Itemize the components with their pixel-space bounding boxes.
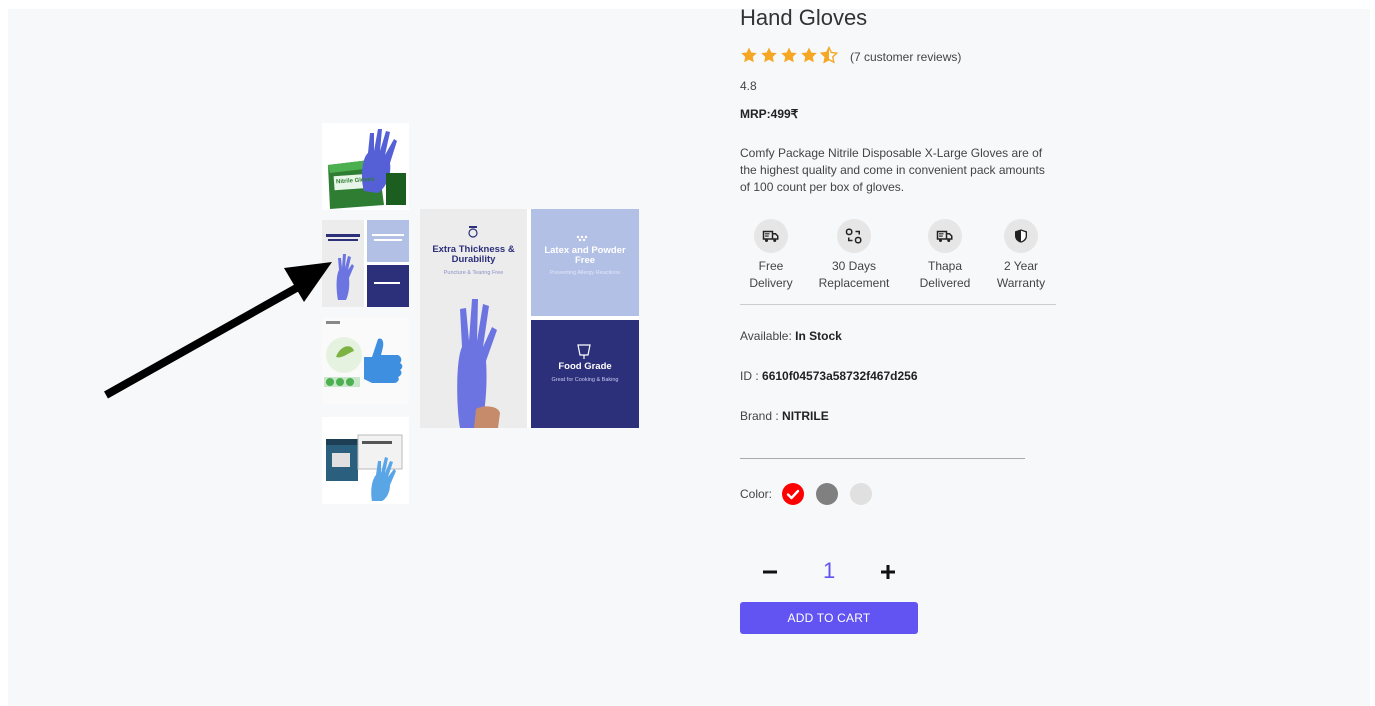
- panel2-title: Latex and Powder Free: [544, 245, 626, 266]
- feature-free-delivery: Free Delivery: [746, 219, 796, 292]
- feature-line2: Delivery: [749, 276, 793, 290]
- product-price: MRP:499₹: [740, 107, 799, 121]
- panel3-title: Food Grade: [558, 361, 612, 372]
- check-icon: [786, 489, 800, 500]
- feature-line2: Delivered: [919, 276, 971, 290]
- minus-icon: [763, 570, 777, 574]
- truck-icon: [754, 219, 788, 253]
- product-brand: Brand : NITRILE: [740, 409, 829, 423]
- star-full-icon: [781, 47, 797, 63]
- replacement-icon: [837, 219, 871, 253]
- panel1-subtitle: Puncture & Tearing Free: [443, 270, 504, 276]
- panel2-subtitle: Preventing Allergy Reactions: [549, 270, 621, 276]
- brand-label: Brand :: [740, 409, 779, 423]
- panel1-title: Extra Thickness & Durability: [432, 244, 515, 265]
- feature-line1: 30 Days: [831, 259, 877, 273]
- thumbnail-4-box-and-gloves[interactable]: [322, 417, 409, 504]
- star-full-icon: [741, 47, 757, 63]
- decrease-quantity-button[interactable]: [758, 559, 782, 585]
- brand-value: NITRILE: [782, 409, 829, 423]
- section-divider: [740, 458, 1025, 459]
- feature-line2: Replacement: [818, 276, 890, 290]
- product-id-value: 6610f04573a58732f467d256: [762, 369, 918, 383]
- plus-icon: [881, 565, 895, 579]
- product-description: Comfy Package Nitrile Disposable X-Large…: [740, 146, 1045, 194]
- product-id: ID : 6610f04573a58732f467d256: [740, 369, 918, 383]
- panel3-subtitle: Great for Cooking & Baking: [551, 377, 619, 383]
- color-swatch-red[interactable]: [782, 483, 804, 505]
- thumbnail-1-glove-box[interactable]: Nitrile Gloves: [322, 123, 409, 210]
- availability: Available: In Stock: [740, 329, 842, 343]
- add-to-cart-button[interactable]: ADD TO CART: [740, 602, 918, 634]
- increase-quantity-button[interactable]: [876, 559, 900, 585]
- product-page: Nitrile Gloves Extra Thickness & Durabil…: [8, 5, 1370, 706]
- thumbnail-2-features[interactable]: [322, 220, 409, 307]
- availability-label: Available:: [740, 329, 792, 343]
- feature-line1: Thapa: [927, 259, 963, 273]
- feature-line1: 2 Year: [1003, 259, 1039, 273]
- availability-value: In Stock: [795, 329, 842, 343]
- feature-30-days-replacement: 30 Days Replacement: [816, 219, 892, 292]
- product-title: Hand Gloves: [740, 5, 868, 30]
- color-swatch-gray[interactable]: [816, 483, 838, 505]
- delivery-truck-icon: [928, 219, 962, 253]
- color-label: Color:: [740, 487, 773, 501]
- product-features: Free Delivery 30 Days Replacement Thapa …: [740, 219, 1056, 305]
- product-id-label: ID :: [740, 369, 759, 383]
- thumbnail-3-thumbs-up[interactable]: [322, 317, 409, 404]
- feature-thapa-delivered: Thapa Delivered: [917, 219, 973, 292]
- feature-line2: Warranty: [996, 276, 1046, 290]
- feature-2-year-warranty: 2 Year Warranty: [993, 219, 1049, 292]
- reviews-count[interactable]: (7 customer reviews): [850, 50, 961, 64]
- main-product-image: Extra Thickness & Durability Puncture & …: [420, 209, 639, 428]
- star-full-icon: [761, 47, 777, 63]
- quantity-value: 1: [823, 558, 836, 583]
- star-half-icon: [820, 46, 838, 64]
- feature-line1: Free: [758, 259, 784, 273]
- shield-icon: [1004, 219, 1038, 253]
- color-swatch-light-gray[interactable]: [850, 483, 872, 505]
- star-full-icon: [801, 47, 817, 63]
- rating-value: 4.8: [740, 79, 757, 93]
- rating-stars: [740, 46, 838, 64]
